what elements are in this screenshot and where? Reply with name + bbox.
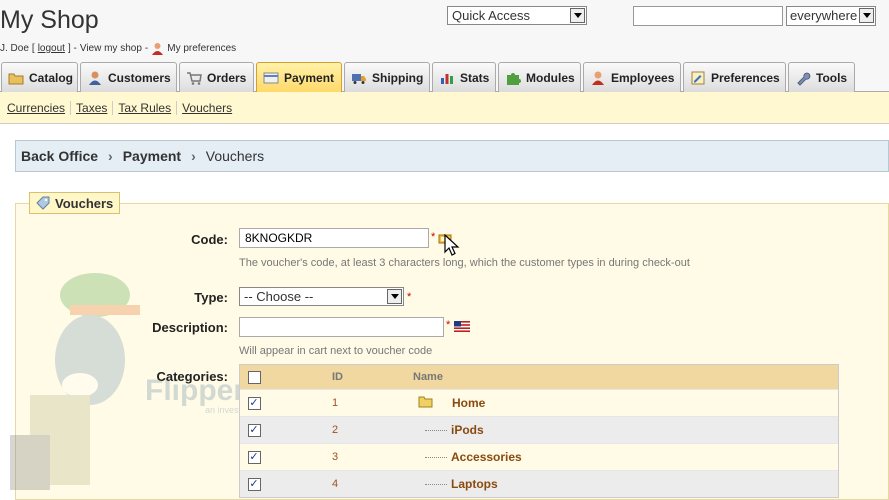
breadcrumb-back-office[interactable]: Back Office	[21, 148, 98, 164]
main-tabs: Catalog Customers Orders Payment Shippin…	[0, 62, 889, 93]
table-row: 2 iPods	[240, 416, 838, 443]
tab-customers[interactable]: Customers	[80, 62, 177, 92]
user-icon	[151, 42, 164, 55]
category-checkbox[interactable]	[247, 396, 261, 410]
subtabs: Currencies Taxes Tax Rules Vouchers	[0, 92, 889, 124]
employee-icon	[590, 70, 606, 86]
table-row: 3 Accessories	[240, 443, 838, 470]
breadcrumb-payment[interactable]: Payment	[123, 148, 181, 164]
code-input[interactable]	[239, 228, 429, 248]
code-label: Code:	[191, 232, 228, 247]
header: My Shop J. Doe [ logout ] - View my shop…	[0, 0, 889, 62]
select-all-checkbox[interactable]	[247, 370, 261, 384]
truck-icon	[351, 70, 367, 86]
user-line: J. Doe [ logout ] - View my shop - My pr…	[0, 42, 237, 55]
tab-orders[interactable]: Orders	[179, 62, 254, 92]
us-flag-icon[interactable]	[454, 321, 470, 335]
subtab-vouchers[interactable]: Vouchers	[177, 101, 237, 115]
search-scope-select[interactable]: everywhere	[786, 6, 876, 26]
puzzle-icon	[505, 70, 521, 86]
tab-stats[interactable]: Stats	[432, 62, 496, 92]
folder-open-icon	[418, 395, 434, 411]
mouse-cursor-icon	[444, 233, 460, 256]
tree-connector	[425, 483, 447, 485]
shop-title: My Shop	[0, 6, 99, 34]
description-input[interactable]	[239, 317, 444, 337]
table-header: ID Name	[240, 365, 838, 389]
chevron-down-icon[interactable]	[387, 289, 402, 304]
payment-icon	[263, 70, 279, 86]
categories-table: ID Name 1 Home 2 iPods 3 Accessories 4 L…	[239, 364, 839, 498]
view-shop-link[interactable]: View my shop	[80, 43, 142, 54]
table-row: 4 Laptops	[240, 470, 838, 497]
chart-icon	[439, 70, 455, 86]
code-hint: The voucher's code, at least 3 character…	[239, 257, 690, 269]
tree-connector	[425, 429, 447, 431]
type-select[interactable]: -- Choose --	[239, 287, 404, 306]
table-row: 1 Home	[240, 389, 838, 416]
category-name[interactable]: Laptops	[451, 477, 498, 491]
category-id: 4	[332, 478, 339, 490]
subtab-taxes[interactable]: Taxes	[71, 100, 114, 115]
search-input[interactable]	[633, 6, 783, 26]
subtab-currencies[interactable]: Currencies	[2, 100, 72, 115]
category-id: 3	[332, 451, 339, 463]
category-checkbox[interactable]	[247, 477, 261, 491]
wrench-icon	[795, 70, 811, 86]
breadcrumb: Back Office › Payment › Vouchers	[15, 140, 889, 172]
tab-shipping[interactable]: Shipping	[344, 62, 430, 92]
required-mark: *	[446, 319, 451, 331]
categories-label: Categories:	[156, 369, 228, 384]
category-name[interactable]: iPods	[451, 423, 484, 437]
subtab-tax-rules[interactable]: Tax Rules	[113, 100, 178, 115]
cart-icon	[186, 70, 202, 86]
required-mark: *	[407, 291, 412, 303]
folder-icon	[8, 70, 24, 86]
tab-payment[interactable]: Payment	[256, 62, 342, 93]
category-checkbox[interactable]	[247, 450, 261, 464]
chevron-down-icon[interactable]	[570, 8, 585, 23]
category-name[interactable]: Home	[452, 396, 485, 410]
description-label: Description:	[152, 320, 228, 335]
my-preferences-link[interactable]: My preferences	[167, 43, 236, 54]
category-checkbox[interactable]	[247, 423, 261, 437]
preferences-icon	[690, 70, 706, 86]
fieldset-legend: Vouchers	[29, 192, 121, 214]
tab-catalog[interactable]: Catalog	[1, 62, 78, 92]
tab-preferences[interactable]: Preferences	[683, 62, 786, 92]
chevron-right-icon: ›	[191, 148, 196, 164]
tree-connector	[425, 456, 447, 458]
type-label: Type:	[194, 290, 228, 305]
logout-link[interactable]: logout	[38, 43, 65, 54]
category-id: 2	[332, 424, 339, 436]
tag-icon	[36, 196, 50, 210]
tab-employees[interactable]: Employees	[583, 62, 681, 92]
tab-modules[interactable]: Modules	[498, 62, 581, 92]
name-column-header: Name	[413, 371, 443, 383]
required-mark: *	[431, 231, 436, 243]
tab-tools[interactable]: Tools	[788, 62, 855, 92]
category-id: 1	[332, 397, 339, 409]
description-hint: Will appear in cart next to voucher code	[239, 345, 433, 357]
breadcrumb-vouchers: Vouchers	[205, 148, 265, 164]
quick-access-select[interactable]: Quick Access	[447, 6, 587, 25]
category-name[interactable]: Accessories	[451, 450, 522, 464]
user-name: J. Doe	[0, 43, 29, 54]
id-column-header: ID	[332, 371, 343, 383]
user-icon	[87, 70, 103, 86]
chevron-down-icon[interactable]	[859, 8, 874, 23]
chevron-right-icon: ›	[108, 148, 113, 164]
